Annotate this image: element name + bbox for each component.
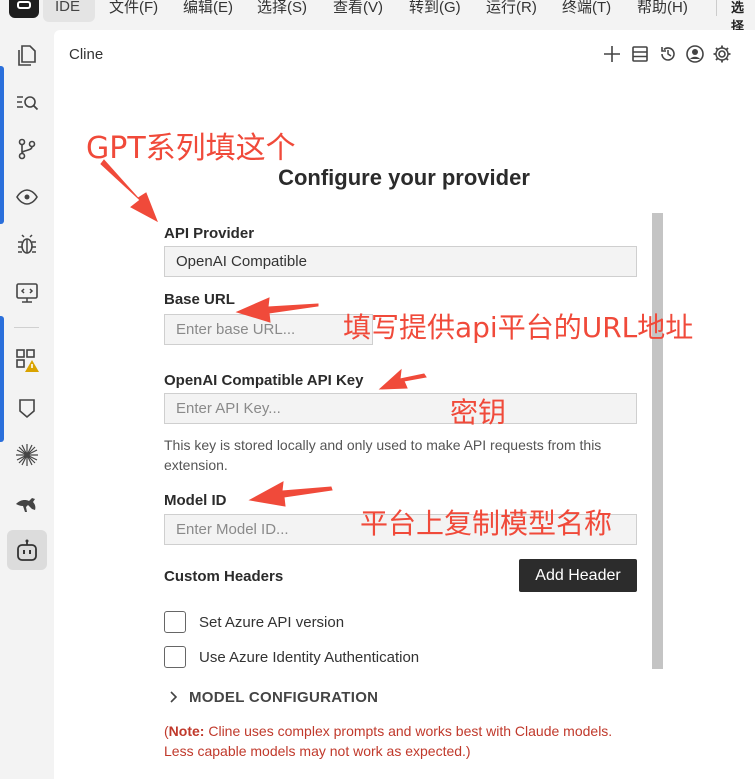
panel-title: Cline — [69, 46, 104, 63]
activity-indicator — [0, 316, 4, 442]
api-provider-label: API Provider — [164, 225, 255, 242]
history-list-icon[interactable] — [630, 44, 650, 64]
api-key-label: OpenAI Compatible API Key — [164, 372, 364, 389]
model-id-label: Model ID — [164, 492, 227, 509]
search-icon[interactable] — [14, 89, 40, 115]
history-icon[interactable] — [658, 44, 678, 64]
chevron-right-icon[interactable] — [168, 689, 180, 705]
annotation-gpt: GPT系列填这个 — [86, 131, 296, 166]
menu-selection[interactable]: 选择(S) — [257, 0, 307, 18]
debug-icon[interactable] — [14, 232, 40, 258]
annotation-key: 密钥 — [450, 396, 507, 429]
account-icon[interactable] — [685, 44, 705, 64]
api-key-hint: This key is stored locally and only used… — [164, 437, 602, 473]
api-key-input[interactable] — [164, 393, 637, 424]
menu-terminal[interactable]: 终端(T) — [562, 0, 611, 18]
azure-version-checkbox[interactable] — [164, 611, 186, 633]
azure-identity-label: Use Azure Identity Authentication — [199, 649, 420, 666]
bookmark-icon[interactable] — [14, 395, 40, 421]
menu-run[interactable]: 运行(R) — [486, 0, 537, 18]
azure-identity-checkbox[interactable] — [164, 646, 186, 668]
source-control-icon[interactable] — [14, 136, 40, 162]
kangaroo-icon[interactable] — [14, 490, 40, 516]
base-url-input[interactable] — [164, 314, 373, 345]
annotation-model: 平台上复制模型名称 — [360, 507, 613, 540]
add-header-button[interactable]: Add Header — [519, 559, 637, 592]
settings-icon[interactable] — [712, 44, 732, 64]
custom-headers-label: Custom Headers — [164, 568, 284, 585]
menu-edit[interactable]: 编辑(E) — [183, 0, 233, 18]
ide-tab[interactable]: IDE — [43, 0, 95, 22]
plus-icon[interactable] — [602, 44, 622, 64]
api-provider-select[interactable]: OpenAI Compatible — [164, 246, 637, 277]
menu-go[interactable]: 转到(G) — [409, 0, 461, 18]
menu-divider — [716, 0, 717, 16]
robot-icon[interactable] — [14, 538, 40, 564]
sparkle-icon[interactable] — [14, 442, 40, 468]
remote-explorer-icon[interactable] — [14, 279, 40, 305]
scrollbar[interactable] — [652, 213, 663, 669]
extensions-icon[interactable] — [14, 347, 40, 373]
menu-help[interactable]: 帮助(H) — [637, 0, 688, 18]
activity-divider — [14, 327, 39, 328]
files-icon[interactable] — [14, 42, 40, 68]
menu-bar: IDE 文件(F) 编辑(E) 选择(S) 查看(V) 转到(G) 运行(R) … — [0, 0, 755, 34]
note-text: (Note: Cline uses complex prompts and wo… — [164, 723, 613, 759]
app-logo-icon — [9, 0, 39, 18]
model-configuration-toggle[interactable]: MODEL CONFIGURATION — [189, 689, 378, 706]
azure-version-label: Set Azure API version — [199, 614, 345, 631]
menu-file[interactable]: 文件(F) — [109, 0, 158, 18]
annotation-url: 填写提供api平台的URL地址 — [343, 311, 694, 344]
form-heading: Configure your provider — [278, 165, 530, 190]
activity-indicator — [0, 66, 4, 224]
menu-view[interactable]: 查看(V) — [333, 0, 383, 18]
base-url-label: Base URL — [164, 291, 235, 308]
eye-icon[interactable] — [14, 184, 40, 210]
activity-bar — [0, 30, 53, 779]
